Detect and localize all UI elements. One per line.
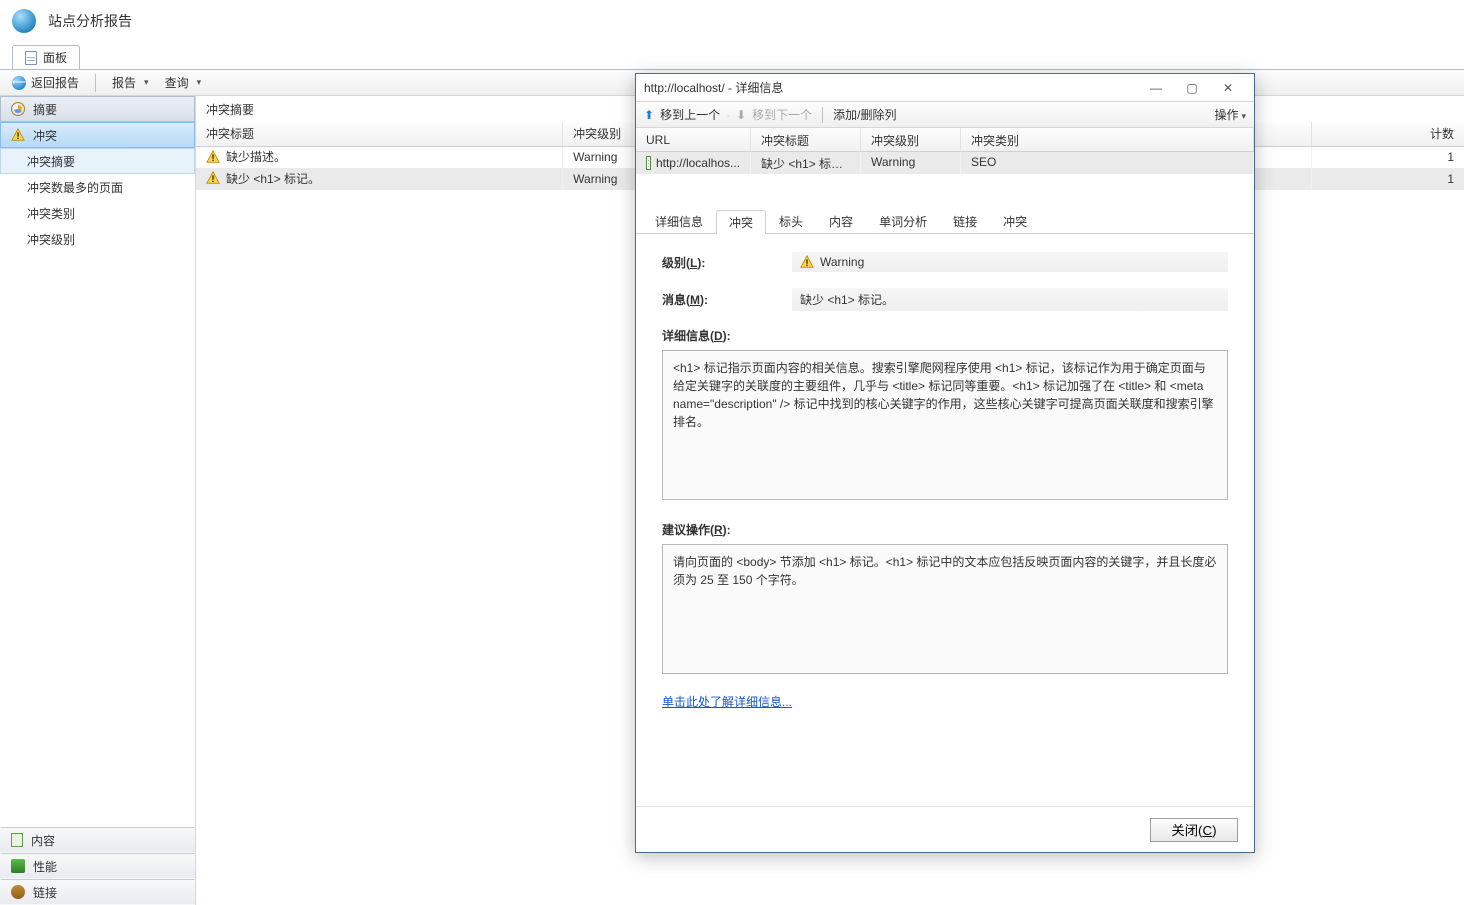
sidebar-item-performance[interactable]: 性能	[0, 853, 195, 879]
tab-links[interactable]: 链接	[940, 209, 990, 233]
sidebar-item-label: 冲突类别	[27, 205, 75, 222]
sidebar-item-label: 冲突	[33, 127, 57, 144]
cell-count: 1	[1311, 146, 1464, 168]
sidebar: 摘要 冲突 冲突摘要 冲突数最多的页面 冲突类别 冲突级别 内容	[0, 96, 196, 905]
sidebar-item-conflict-level[interactable]: 冲突级别	[0, 226, 195, 252]
report-dropdown-label: 报告	[112, 74, 136, 91]
sidebar-item-links[interactable]: 链接	[0, 879, 195, 905]
close-window-button[interactable]: ✕	[1210, 77, 1246, 99]
detail-grid-header: URL 冲突标题 冲突级别 冲突类别	[636, 128, 1254, 152]
dialog-title: http://localhost/ - 详细信息	[644, 79, 1138, 96]
back-icon: ⟵	[12, 76, 26, 90]
next-button: 移到下一个	[752, 106, 812, 123]
query-dropdown[interactable]: 查询	[165, 74, 202, 91]
performance-icon	[11, 859, 25, 873]
col-title[interactable]: 冲突标题	[751, 128, 861, 151]
detail-tabs: 详细信息 冲突 标头 内容 单词分析 链接 冲突	[636, 206, 1254, 234]
tab-conflict-2[interactable]: 冲突	[990, 209, 1040, 233]
operations-dropdown[interactable]: 操作	[1214, 106, 1246, 123]
level-value-text: Warning	[820, 255, 864, 269]
cell-title: 缺少描述。	[226, 148, 286, 165]
tab-content[interactable]: 内容	[816, 209, 866, 233]
sidebar-item-label: 冲突级别	[27, 231, 75, 248]
detail-grid-row[interactable]: http://localhos... 缺少 <h1> 标记... Warning…	[636, 152, 1254, 174]
document-icon	[11, 833, 23, 847]
recommend-text[interactable]	[662, 544, 1228, 674]
col-cat[interactable]: 冲突类别	[961, 128, 1254, 151]
cell-count: 1	[1311, 168, 1464, 190]
close-button[interactable]: 关闭(C)	[1150, 818, 1238, 842]
file-icon	[25, 51, 37, 65]
tab-panel[interactable]: 面板	[12, 45, 80, 69]
cell-url: http://localhos...	[656, 156, 740, 170]
warn-icon	[206, 171, 220, 185]
sidebar-item-conflict-category[interactable]: 冲突类别	[0, 200, 195, 226]
col-title[interactable]: 冲突标题	[196, 122, 563, 146]
cell-title: 缺少 <h1> 标记...	[751, 152, 861, 174]
sidebar-item-label: 性能	[33, 858, 57, 875]
add-remove-columns-button[interactable]: 添加/删除列	[833, 106, 896, 123]
app-title: 站点分析报告	[48, 11, 132, 31]
sidebar-item-label: 冲突数最多的页面	[27, 179, 123, 196]
tab-header[interactable]: 标头	[766, 209, 816, 233]
link-icon	[11, 885, 25, 899]
page-icon	[646, 156, 651, 170]
warn-icon	[800, 255, 814, 269]
tab-detail[interactable]: 详细信息	[642, 209, 716, 233]
warn-icon	[206, 150, 220, 164]
message-label: 消息(M):	[662, 291, 792, 308]
prev-button[interactable]: 移到上一个	[660, 106, 720, 123]
detail-section-label: 详细信息(D):	[662, 327, 1228, 344]
cell-cat: SEO	[961, 152, 1254, 174]
detail-text[interactable]	[662, 350, 1228, 500]
level-label: 级别(L):	[662, 254, 792, 271]
more-info-link[interactable]: 单击此处了解详细信息...	[662, 693, 792, 710]
cell-level: Warning	[861, 152, 961, 174]
sidebar-item-label: 内容	[31, 832, 55, 849]
query-dropdown-label: 查询	[165, 74, 189, 91]
arrow-down-icon: ⬇	[736, 108, 746, 122]
sidebar-item-summary[interactable]: 摘要	[0, 96, 195, 122]
globe-icon	[12, 9, 36, 33]
dialog-toolbar: ⬆ 移到上一个 · ⬇ 移到下一个 添加/删除列 操作	[636, 102, 1254, 128]
separator	[95, 74, 96, 92]
sidebar-item-most-conflict-pages[interactable]: 冲突数最多的页面	[0, 174, 195, 200]
cell-title: 缺少 <h1> 标记。	[226, 170, 320, 187]
col-count[interactable]: 计数	[1311, 122, 1464, 146]
dialog-footer: 关闭(C)	[636, 806, 1254, 852]
tab-panel-label: 面板	[43, 49, 67, 66]
sidebar-item-label: 链接	[33, 884, 57, 901]
chart-icon	[11, 102, 25, 116]
sidebar-item-content[interactable]: 内容	[0, 827, 195, 853]
warn-icon	[11, 128, 25, 142]
separator	[822, 107, 823, 123]
sidebar-item-label: 摘要	[33, 101, 57, 118]
arrow-up-icon: ⬆	[644, 108, 654, 122]
minimize-button[interactable]: —	[1138, 77, 1174, 99]
recommend-section-label: 建议操作(R):	[662, 521, 1228, 538]
maximize-button[interactable]: ▢	[1174, 77, 1210, 99]
titlebar: 站点分析报告	[0, 0, 1464, 42]
sidebar-item-conflict[interactable]: 冲突	[0, 122, 195, 148]
sidebar-item-label: 冲突摘要	[27, 153, 75, 170]
report-dropdown[interactable]: 报告	[112, 74, 149, 91]
dialog-titlebar[interactable]: http://localhost/ - 详细信息 — ▢ ✕	[636, 74, 1254, 102]
detail-dialog: http://localhost/ - 详细信息 — ▢ ✕ ⬆ 移到上一个 ·…	[635, 73, 1255, 853]
sidebar-item-conflict-summary[interactable]: 冲突摘要	[0, 148, 195, 174]
level-value: Warning	[792, 252, 1228, 272]
col-level[interactable]: 冲突级别	[861, 128, 961, 151]
back-button[interactable]: ⟵ 返回报告	[12, 74, 79, 91]
back-label: 返回报告	[31, 74, 79, 91]
tab-word-analysis[interactable]: 单词分析	[866, 209, 940, 233]
col-url[interactable]: URL	[636, 128, 751, 151]
tab-conflict[interactable]: 冲突	[716, 210, 766, 234]
message-value: 缺少 <h1> 标记。	[792, 288, 1228, 311]
tabstrip: 面板	[0, 42, 1464, 70]
detail-body: 级别(L): Warning 消息(M): 缺少 <h1> 标记。 详细信息(D…	[636, 234, 1254, 806]
